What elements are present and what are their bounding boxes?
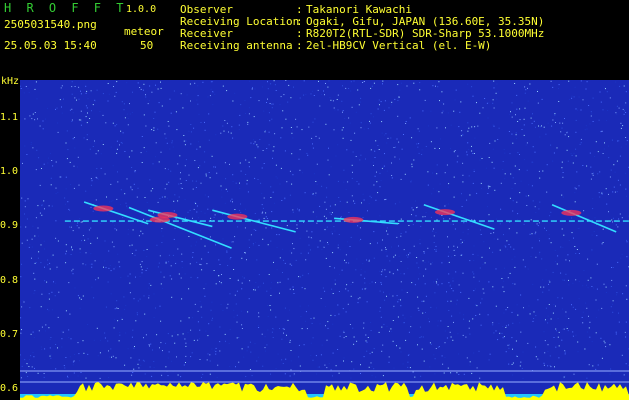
app-title: H R O F F T bbox=[4, 1, 128, 15]
detection-histogram bbox=[20, 382, 629, 400]
y-tick-label: 0.9 bbox=[0, 220, 19, 232]
y-tick-label: 0.8 bbox=[0, 274, 19, 286]
spectrogram-plot bbox=[20, 80, 629, 400]
meteor-echo-core-3 bbox=[157, 212, 178, 219]
meteor-echo-2 bbox=[128, 206, 232, 249]
file-name: 2505031540.png bbox=[4, 18, 97, 31]
y-tick-label: 1.0 bbox=[0, 166, 19, 178]
meteor-echo-6 bbox=[423, 203, 495, 230]
meteor-count-value: 50 bbox=[140, 39, 154, 52]
header-panel: H R O F F T 1.0.0 2505031540.png meteor … bbox=[0, 0, 629, 74]
y-tick-label: 0.6 bbox=[0, 383, 19, 395]
meteor-echo-core-4 bbox=[227, 213, 248, 220]
y-tick-label: 1.1 bbox=[0, 111, 19, 123]
app-version: 1.0.0 bbox=[126, 4, 157, 15]
meteor-count-label: meteor bbox=[124, 25, 164, 38]
meteor-echo-core-1 bbox=[93, 205, 114, 212]
antenna-colon: : bbox=[296, 39, 303, 52]
timestamp: 25.05.03 15:40 bbox=[4, 39, 97, 52]
y-unit-label: kHz bbox=[1, 76, 20, 87]
spectrogram-svg bbox=[20, 80, 629, 400]
meteor-echo-core-7 bbox=[561, 209, 582, 216]
meteor-echo-core-6 bbox=[435, 209, 456, 216]
meteor-echo-core-5 bbox=[343, 216, 364, 223]
antenna-key: Receiving antenna bbox=[180, 39, 293, 52]
meteor-echo-7 bbox=[551, 204, 617, 233]
antenna-value: 2el-HB9CV Vertical (el. E-W) bbox=[306, 39, 492, 52]
noise-layer bbox=[20, 80, 629, 379]
y-tick-label: 0.7 bbox=[0, 328, 19, 340]
